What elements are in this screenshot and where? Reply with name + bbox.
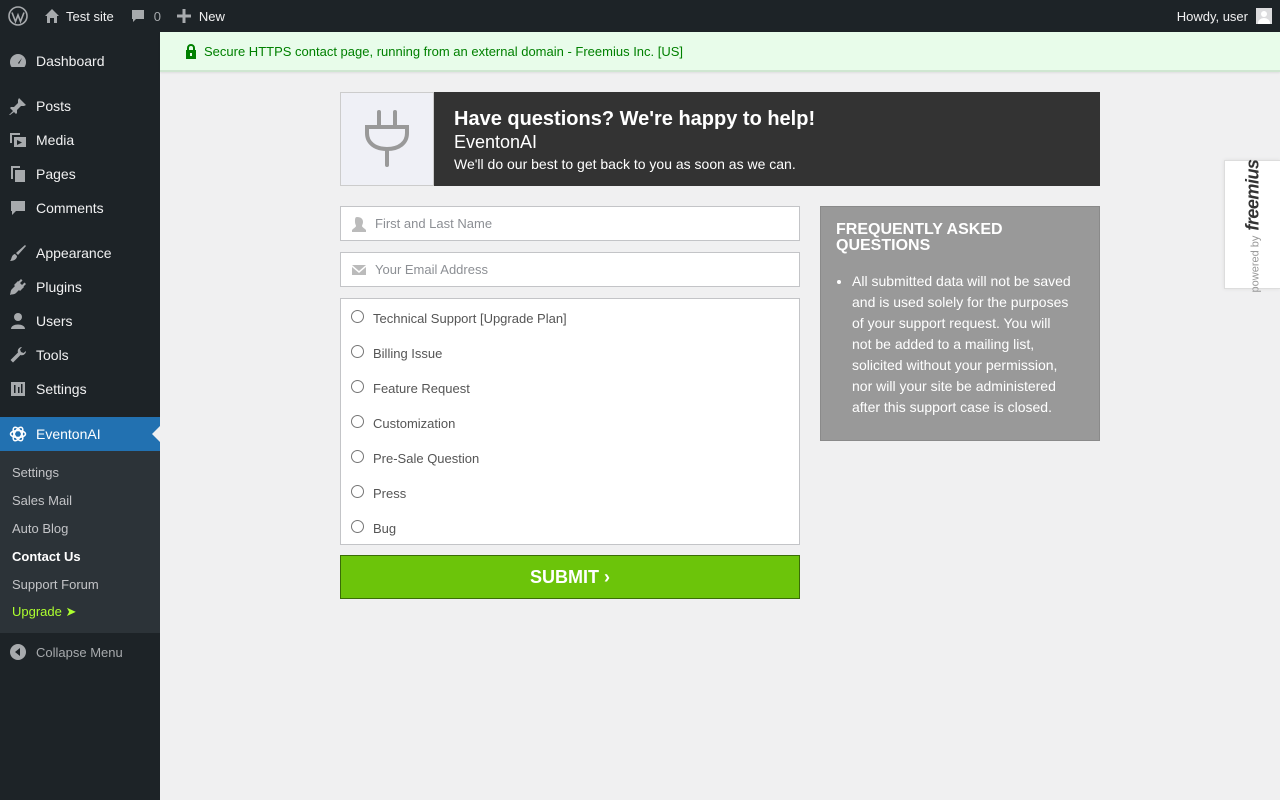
pin-icon bbox=[0, 96, 36, 116]
submenu-item-contact-us[interactable]: Contact Us bbox=[0, 542, 160, 570]
radio-button[interactable] bbox=[351, 415, 364, 428]
envelope-icon bbox=[352, 264, 366, 275]
name-input[interactable] bbox=[375, 216, 799, 231]
site-name: Test site bbox=[66, 8, 114, 24]
email-input[interactable] bbox=[375, 262, 799, 277]
sidebar-item-appearance[interactable]: Appearance bbox=[0, 236, 160, 270]
sidebar-item-tools[interactable]: Tools bbox=[0, 338, 160, 372]
sidebar-item-label: EventonAI bbox=[36, 426, 101, 442]
topic-option-pre-sale-question[interactable]: Pre-Sale Question bbox=[341, 448, 799, 483]
contact-header: Have questions? We're happy to help! Eve… bbox=[340, 92, 1100, 186]
my-account-link[interactable]: Howdy, user bbox=[1169, 0, 1280, 32]
wordpress-logo-icon[interactable] bbox=[0, 0, 36, 32]
sidebar-item-dashboard[interactable]: Dashboard bbox=[0, 44, 160, 78]
user-silhouette-icon bbox=[352, 216, 366, 232]
topic-option-press[interactable]: Press bbox=[341, 483, 799, 518]
avatar bbox=[1256, 8, 1272, 24]
freemius-logo: freemius bbox=[1242, 159, 1263, 231]
name-field[interactable] bbox=[340, 206, 800, 241]
powered-by-text: powered by freemius bbox=[1242, 159, 1263, 293]
sidebar-item-label: Tools bbox=[36, 347, 69, 363]
brush-icon bbox=[0, 243, 36, 263]
user-icon bbox=[0, 311, 36, 331]
topic-option-customization[interactable]: Customization bbox=[341, 413, 799, 448]
eventonai-submenu: Settings Sales Mail Auto Blog Contact Us… bbox=[0, 451, 160, 633]
sidebar-item-eventonai[interactable]: EventonAI bbox=[0, 417, 160, 451]
notice-text: Secure HTTPS contact page, running from … bbox=[204, 43, 684, 59]
sidebar-item-label: Users bbox=[36, 313, 73, 329]
radio-button[interactable] bbox=[351, 380, 364, 393]
sidebar-item-posts[interactable]: Posts bbox=[0, 89, 160, 123]
collapse-menu-button[interactable]: Collapse Menu bbox=[0, 635, 160, 669]
secure-https-notice: Secure HTTPS contact page, running from … bbox=[160, 32, 1280, 72]
collapse-arrow-icon bbox=[0, 643, 36, 661]
topic-options: Technical Support [Upgrade Plan] Billing… bbox=[340, 298, 800, 545]
home-icon bbox=[45, 9, 59, 23]
new-content-link[interactable]: New bbox=[169, 0, 233, 32]
faq-item: All submitted data will not be saved and… bbox=[852, 271, 1084, 418]
plugin-name: EventonAI bbox=[454, 132, 538, 152]
comments-link[interactable]: 0 bbox=[122, 0, 169, 32]
plug-icon bbox=[0, 277, 36, 297]
submenu-item-support-forum[interactable]: Support Forum bbox=[0, 570, 160, 598]
plug-logo-icon bbox=[365, 110, 409, 167]
plus-icon bbox=[176, 9, 191, 23]
header-subtitle: We'll do our best to get back to you as … bbox=[454, 156, 796, 172]
topic-option-bug[interactable]: Bug bbox=[341, 518, 799, 553]
comment-icon bbox=[0, 198, 36, 218]
submit-button[interactable]: SUBMIT › bbox=[340, 555, 800, 599]
radio-button[interactable] bbox=[351, 485, 364, 498]
collapse-label: Collapse Menu bbox=[36, 644, 123, 660]
sidebar-item-users[interactable]: Users bbox=[0, 304, 160, 338]
admin-bar: Test site 0 New Howdy, user bbox=[0, 0, 1280, 32]
sidebar-item-label: Dashboard bbox=[36, 53, 105, 69]
radio-button[interactable] bbox=[351, 345, 364, 358]
powered-by-freemius-badge[interactable]: powered by freemius bbox=[1224, 160, 1280, 292]
settings-icon bbox=[0, 379, 36, 399]
sidebar-item-media[interactable]: Media bbox=[0, 123, 160, 157]
sidebar-item-pages[interactable]: Pages bbox=[0, 157, 160, 191]
wrench-icon bbox=[0, 345, 36, 365]
topic-option-feature-request[interactable]: Feature Request bbox=[341, 378, 799, 413]
admin-sidebar: Dashboard Posts Media Pages Comments App… bbox=[0, 32, 160, 800]
submenu-item-sales-mail[interactable]: Sales Mail bbox=[0, 486, 160, 514]
comments-count: 0 bbox=[153, 8, 161, 24]
sidebar-item-label: Appearance bbox=[36, 245, 112, 261]
topic-option-billing-issue[interactable]: Billing Issue bbox=[341, 343, 799, 378]
howdy-text: Howdy, user bbox=[1176, 8, 1248, 24]
faq-panel: FREQUENTLY ASKED QUESTIONS All submitted… bbox=[820, 206, 1100, 441]
sidebar-item-comments[interactable]: Comments bbox=[0, 191, 160, 225]
radio-button[interactable] bbox=[351, 520, 364, 533]
topic-option-technical-support[interactable]: Technical Support [Upgrade Plan] bbox=[341, 308, 799, 343]
sidebar-item-label: Media bbox=[36, 132, 75, 148]
site-name-link[interactable]: Test site bbox=[36, 0, 122, 32]
header-title: Have questions? We're happy to help! bbox=[454, 108, 816, 130]
sidebar-item-label: Settings bbox=[36, 381, 87, 397]
sidebar-item-label: Comments bbox=[36, 200, 104, 216]
sidebar-item-label: Pages bbox=[36, 166, 76, 182]
sidebar-item-plugins[interactable]: Plugins bbox=[0, 270, 160, 304]
new-label: New bbox=[198, 8, 225, 24]
email-field[interactable] bbox=[340, 252, 800, 287]
sidebar-item-label: Plugins bbox=[36, 279, 82, 295]
faq-title: FREQUENTLY ASKED QUESTIONS bbox=[836, 221, 1003, 254]
submenu-item-upgrade[interactable]: Upgrade ➤ bbox=[0, 598, 160, 626]
faq-list: All submitted data will not be saved and… bbox=[836, 271, 1084, 418]
radio-button[interactable] bbox=[351, 310, 364, 323]
plugin-logo bbox=[340, 92, 434, 186]
pages-icon bbox=[0, 164, 36, 184]
media-icon bbox=[0, 130, 36, 150]
radio-button[interactable] bbox=[351, 450, 364, 463]
submenu-item-auto-blog[interactable]: Auto Blog bbox=[0, 514, 160, 542]
submenu-item-settings[interactable]: Settings bbox=[0, 458, 160, 486]
comment-bubble-icon bbox=[131, 10, 144, 22]
dashboard-icon bbox=[0, 51, 36, 71]
lock-icon bbox=[186, 44, 196, 59]
openai-icon bbox=[0, 424, 36, 444]
sidebar-item-label: Posts bbox=[36, 98, 72, 114]
sidebar-item-settings[interactable]: Settings bbox=[0, 372, 160, 406]
